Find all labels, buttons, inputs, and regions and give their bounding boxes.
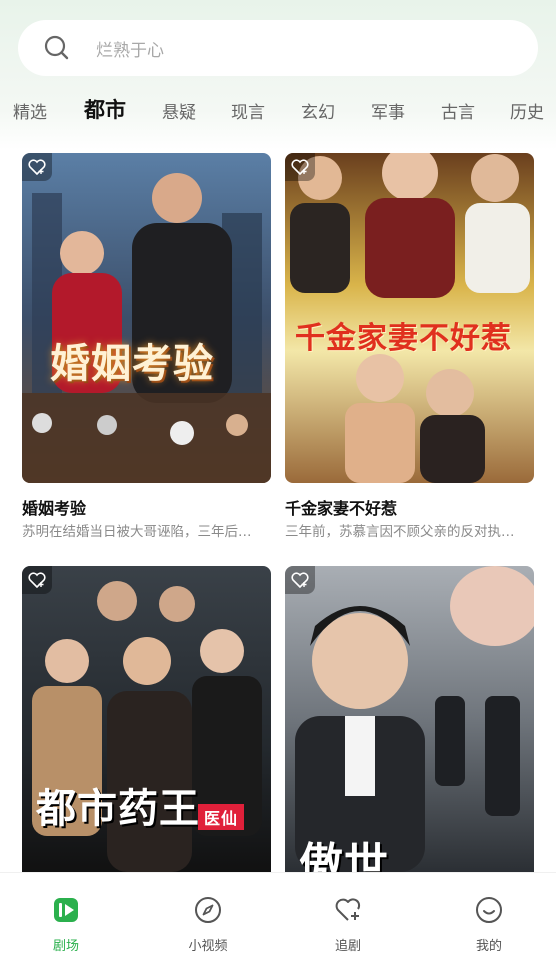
nav-theater-label: 剧场 <box>52 939 79 954</box>
poster-title: 千金家妻不好惹 <box>295 321 512 356</box>
drama-card[interactable]: 都市药王 医仙 <box>22 566 271 872</box>
drama-description: 苏明在结婚当日被大哥诬陷，三年后… <box>22 524 252 540</box>
poster-title: 婚姻考验 <box>50 340 214 387</box>
tab-xuanyi[interactable]: 悬疑 <box>162 98 196 123</box>
search-placeholder[interactable]: 烂熟于心 <box>96 36 164 61</box>
tab-jingxuan[interactable]: 精选 <box>13 98 47 123</box>
drama-poster[interactable]: 婚姻考验 <box>22 153 271 483</box>
smile-icon <box>474 895 504 925</box>
drama-card[interactable]: 婚姻考验 婚姻考验 苏明在结婚当日被大哥诬陷，三年后… <box>22 153 271 541</box>
drama-card[interactable]: 傲世 <box>285 566 534 872</box>
nav-theater[interactable]: 剧场 <box>26 895 106 954</box>
favorite-add-icon[interactable] <box>22 566 52 594</box>
favorite-add-icon[interactable] <box>285 566 315 594</box>
nav-short-video[interactable]: 小视频 <box>168 895 248 954</box>
drama-poster[interactable]: 都市药王 医仙 <box>22 566 271 872</box>
favorite-add-icon[interactable] <box>22 153 52 181</box>
nav-mine[interactable]: 我的 <box>449 895 529 954</box>
drama-title[interactable]: 千金家妻不好惹 <box>285 499 534 519</box>
nav-follow[interactable]: 追剧 <box>308 895 388 954</box>
bottom-nav: 剧场 小视频 追剧 我的 <box>0 872 556 972</box>
tab-xuanhuan[interactable]: 玄幻 <box>301 98 335 123</box>
compass-icon <box>193 895 223 925</box>
nav-short-video-label: 小视频 <box>188 939 228 954</box>
search-bar[interactable]: 烂熟于心 <box>18 20 538 76</box>
search-icon <box>44 35 70 61</box>
drama-poster[interactable]: 千金家妻不好惹 <box>285 153 534 483</box>
favorite-add-icon[interactable] <box>285 153 315 181</box>
tab-xianyan[interactable]: 现言 <box>231 98 265 123</box>
drama-poster[interactable]: 傲世 <box>285 566 534 872</box>
poster-title: 都市药王 <box>36 785 200 832</box>
tab-lishi[interactable]: 历史 <box>510 98 544 123</box>
play-icon <box>51 895 81 925</box>
poster-title: 傲世 <box>299 839 389 872</box>
drama-card[interactable]: 千金家妻不好惹 千金家妻不好惹 三年前，苏慕言因不顾父亲的反对执… <box>285 153 534 541</box>
nav-mine-label: 我的 <box>475 939 502 954</box>
category-tabs: 精选 都市 悬疑 现言 玄幻 军事 古言 历史 <box>0 88 556 132</box>
heart-plus-icon <box>333 895 363 925</box>
tab-junshi[interactable]: 军事 <box>371 98 405 123</box>
drama-description: 三年前，苏慕言因不顾父亲的反对执… <box>285 524 515 540</box>
tab-dushi[interactable]: 都市 <box>84 94 126 124</box>
drama-title[interactable]: 婚姻考验 <box>22 499 271 519</box>
poster-tag: 医仙 <box>198 804 245 830</box>
nav-follow-label: 追剧 <box>334 939 361 954</box>
tab-guyan[interactable]: 古言 <box>441 98 475 123</box>
